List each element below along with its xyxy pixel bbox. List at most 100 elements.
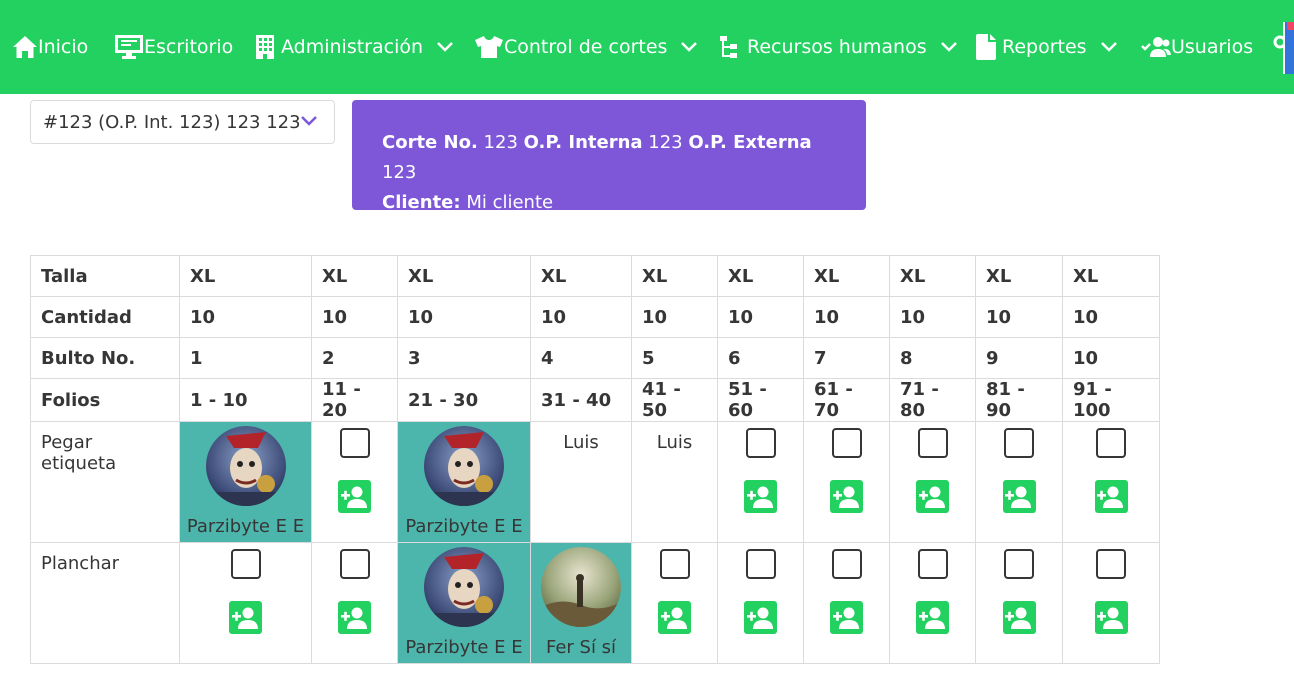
add-user-button[interactable] [1002,480,1036,513]
table-cell: 10 [530,296,632,338]
add-user-icon [231,607,258,629]
chevron-down-icon [681,42,698,52]
checkbox[interactable] [659,549,690,579]
nav-usuarios[interactable]: Usuarios [1141,0,1253,94]
add-user-button[interactable] [744,601,777,634]
checkbox[interactable] [339,428,370,458]
table-cell: 51 - 60 [717,378,804,422]
table-cell: 10 [397,296,531,338]
table-cell: XL [717,255,804,297]
shirt-icon [475,36,503,58]
checkbox[interactable] [230,549,261,579]
add-user-button[interactable] [830,601,863,634]
row-label: Bulto No. [30,337,180,379]
home-icon [13,36,37,58]
table-row: Talla XL XL XL XL XL XL XL XL XL XL [30,255,1160,297]
nav-control-cortes[interactable]: Control de cortes [474,0,698,94]
checkbox[interactable] [1004,549,1034,579]
add-user-button[interactable] [916,601,949,634]
nav-usuarios-label: Usuarios [1171,36,1254,58]
row-label: Cantidad [30,296,180,338]
checkbox[interactable] [831,428,862,458]
nav-recursos-humanos[interactable]: Recursos humanos [720,0,957,94]
user-name: Parzibyte E E [405,637,523,658]
table-cell: XL [975,255,1063,297]
checkbox[interactable] [1004,428,1034,458]
op-interna-label: O.P. Interna [523,132,643,153]
table-cell: 10 [179,296,312,338]
users-icon [1141,37,1171,57]
action-cell: Fer Sí sí [530,542,632,664]
desktop-icon [115,35,143,59]
add-user-button[interactable] [744,480,777,513]
user-avatar [424,547,504,627]
chevron-down-icon [940,42,957,52]
add-user-icon [1005,607,1031,629]
add-user-icon [340,607,367,629]
add-user-icon [746,486,773,508]
action-cell [717,542,804,664]
add-user-button[interactable] [1094,601,1128,634]
corte-select[interactable]: #123 (O.P. Int. 123) 123 123 [30,100,335,144]
user-name: Luis [656,432,693,453]
nav-inicio-label: Inicio [38,36,89,58]
building-icon [256,35,274,59]
table-cell: 10 [803,296,890,338]
checkbox[interactable] [831,549,862,579]
action-cell [311,421,398,543]
nav-escritorio-label: Escritorio [144,36,234,58]
table-cell: 1 - 10 [179,378,312,422]
checkbox[interactable] [339,549,370,579]
add-user-button[interactable] [830,480,863,513]
table-row: Bulto No. 1 2 3 4 5 6 7 8 9 10 [30,337,1160,379]
table-cell: 71 - 80 [889,378,976,422]
nav-recursos-humanos-label: Recursos humanos [747,36,927,58]
add-user-button[interactable] [338,480,371,513]
nav-reportes[interactable]: Reportes [976,0,1117,94]
action-cell: Parzibyte E E [397,421,531,543]
add-user-button[interactable] [1094,480,1128,513]
nav-inicio[interactable]: Inicio [12,0,88,94]
table-cell: 3 [397,337,531,379]
add-user-icon [1005,486,1031,508]
table-cell: XL [311,255,398,297]
user-name: Luis [563,432,599,453]
add-user-button[interactable] [338,601,371,634]
bultos-table: Talla XL XL XL XL XL XL XL XL XL XL Cantidad 10 10 10 1… [30,255,1160,664]
action-cell [975,421,1063,543]
checkbox[interactable] [1096,428,1126,458]
add-user-button[interactable] [1002,601,1036,634]
add-user-button[interactable] [229,601,262,634]
user-name: Parzibyte E E [186,516,305,537]
checkbox[interactable] [917,428,948,458]
user-name: Parzibyte E E [405,516,523,537]
table-cell: 41 - 50 [631,378,718,422]
table-cell: 11 - 20 [311,378,398,422]
nav-escritorio[interactable]: Escritorio [114,0,233,94]
op-externa-label: O.P. Externa [688,132,812,153]
table-cell: XL [803,255,890,297]
table-cell: 1 [179,337,312,379]
add-user-button[interactable] [916,480,949,513]
nav-administracion[interactable]: Administración [256,0,453,94]
checkbox[interactable] [745,549,776,579]
table-cell: 91 - 100 [1062,378,1160,422]
action-cell [1062,542,1160,664]
action-cell: Parzibyte E E [397,542,531,664]
checkbox[interactable] [1096,549,1126,579]
table-cell: XL [179,255,312,297]
add-user-icon [1097,607,1123,629]
add-user-icon [746,607,773,629]
user-avatar [424,426,504,506]
table-cell: 7 [803,337,890,379]
add-user-button[interactable] [658,601,691,634]
action-label: Planchar [30,542,180,664]
checkbox[interactable] [917,549,948,579]
action-cell: Parzibyte E E [179,421,312,543]
checkbox[interactable] [745,428,776,458]
table-cell: 10 [975,296,1063,338]
user-avatar [541,547,621,627]
table-row: Cantidad 10 10 10 10 10 10 10 10 10 10 [30,296,1160,338]
nav-administracion-label: Administración [281,36,424,58]
user-name: Fer Sí sí [545,637,617,658]
